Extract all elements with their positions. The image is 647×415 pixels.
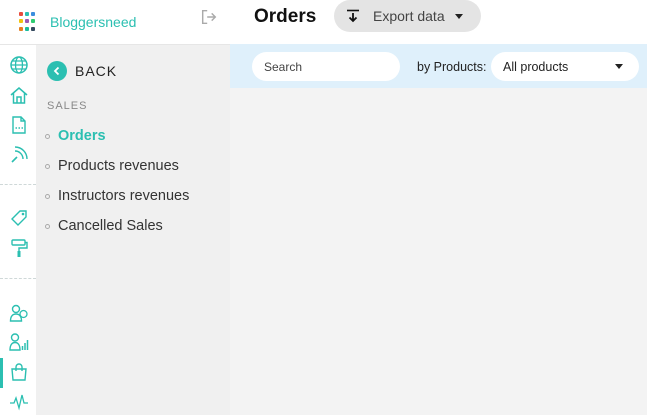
brand-logo-icon (19, 12, 39, 32)
logo-square (19, 12, 23, 16)
bullet-icon (45, 193, 50, 199)
back-arrow-icon (47, 61, 67, 81)
globe-icon[interactable] (9, 55, 29, 75)
bullet-icon (45, 163, 50, 169)
broadcast-icon[interactable] (9, 145, 29, 165)
logo-square (25, 12, 29, 16)
subnav-item-label: Cancelled Sales (58, 218, 163, 234)
subnav-item-label: Instructors revenues (58, 188, 190, 204)
brand-name: Bloggersneed (50, 14, 137, 30)
rail-divider (0, 278, 36, 279)
shopping-bag-icon[interactable] (9, 362, 29, 382)
export-data-button[interactable]: Export data (334, 0, 481, 32)
logo-square (25, 26, 29, 31)
subnav-item-products-revenues[interactable]: Products revenues (45, 151, 189, 181)
subnav-item-instructors-revenues[interactable]: Instructors revenues (45, 181, 189, 211)
subnav-item-label: Orders (58, 128, 106, 144)
back-label: BACK (75, 63, 118, 79)
logo-square (25, 19, 29, 24)
subnav-list: Orders Products revenues Instructors rev… (45, 121, 189, 241)
page-header: Orders Export data (230, 0, 647, 44)
orders-content-area (230, 88, 647, 415)
products-select-value: All products (503, 59, 569, 74)
logo-square (31, 19, 35, 24)
paint-roller-icon[interactable] (9, 238, 29, 258)
filter-bar: by Products: All products (230, 44, 647, 88)
icon-rail (0, 44, 36, 415)
bullet-icon (45, 223, 50, 229)
tag-icon[interactable] (9, 208, 29, 228)
logout-icon[interactable] (200, 8, 218, 26)
chevron-down-icon (454, 13, 463, 19)
brand-bar: Bloggersneed (0, 0, 230, 44)
section-label: SALES (47, 100, 88, 112)
logo-square (31, 12, 35, 16)
rail-active-indicator (0, 358, 3, 388)
logo-square (19, 19, 23, 24)
user-stats-icon[interactable] (9, 332, 29, 352)
back-button[interactable]: BACK (47, 61, 117, 81)
subnav-item-orders[interactable]: Orders (45, 121, 189, 151)
by-products-label: by Products: (417, 60, 487, 74)
export-data-label: Export data (373, 8, 445, 24)
page-title: Orders (254, 6, 317, 27)
subnav-item-label: Products revenues (58, 158, 179, 174)
sales-subnav: BACK SALES Orders Products revenues Inst… (36, 44, 230, 415)
search-input[interactable] (252, 52, 400, 81)
products-select[interactable]: All products (491, 52, 639, 81)
users-icon[interactable] (9, 303, 29, 323)
home-icon[interactable] (9, 85, 29, 105)
logo-square (31, 26, 35, 31)
download-icon (347, 9, 359, 23)
bullet-icon (45, 133, 50, 139)
activity-icon[interactable] (9, 392, 29, 412)
document-icon[interactable] (9, 115, 29, 135)
subnav-item-cancelled-sales[interactable]: Cancelled Sales (45, 211, 189, 241)
logo-square (19, 26, 23, 31)
chevron-down-icon (615, 64, 623, 69)
rail-divider (0, 184, 36, 185)
